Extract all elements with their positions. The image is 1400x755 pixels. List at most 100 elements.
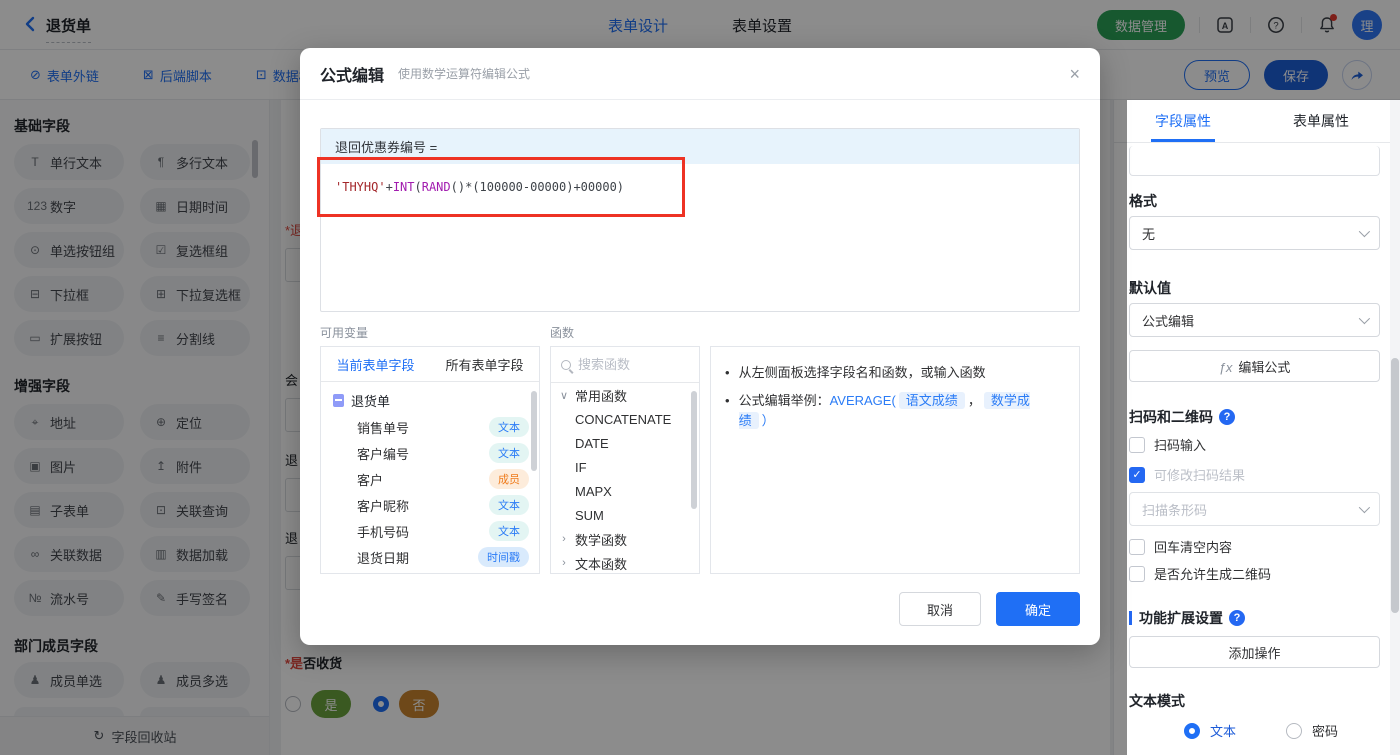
function-tree-row[interactable]: MAPX — [551, 479, 699, 503]
function-tree-row[interactable]: SUM — [551, 503, 699, 527]
bullet: • — [725, 365, 730, 380]
variable-row[interactable]: 销售单号 文本 — [321, 414, 539, 440]
function-tree-row[interactable]: DATE — [551, 431, 699, 455]
add-action-button[interactable]: 添加操作 — [1129, 636, 1380, 668]
formula-token: 'THYHQ' — [335, 180, 386, 194]
radio-text-mode[interactable] — [1184, 722, 1200, 739]
default-value: 公式编辑 — [1142, 313, 1195, 329]
help-icon[interactable]: ? — [1219, 409, 1235, 425]
variable-group-name: 退货单 — [351, 394, 391, 409]
checkbox-icon — [1129, 565, 1145, 582]
cancel-button[interactable]: 取消 — [899, 592, 981, 626]
formula-expression[interactable]: 'THYHQ'+INT(RAND()*(100000-00000)+00000) — [321, 164, 1079, 210]
variables-scrollbar[interactable] — [531, 391, 537, 471]
formula-target: 退回优惠券编号 = — [321, 129, 1079, 164]
form-doc-icon — [333, 394, 344, 407]
variable-type-badge: 文本 — [489, 443, 529, 463]
checkbox-label: 是否允许生成二维码 — [1154, 567, 1272, 582]
variable-row[interactable]: 客户 成员 — [321, 466, 539, 492]
function-tree-row[interactable]: ∨ 常用函数 — [551, 383, 699, 407]
radio-password-mode[interactable] — [1286, 722, 1303, 739]
tab-form-properties[interactable]: 表单属性 — [1252, 100, 1390, 142]
checkbox-modify-scan-result[interactable]: ✓ 可修改扫码结果 — [1129, 465, 1245, 484]
default-value-select[interactable]: 公式编辑 — [1129, 303, 1380, 337]
default-value-label: 默认值 — [1129, 280, 1171, 296]
properties-panel: 字段属性 表单属性 格式 无 默认值 公式编辑 ƒx 编辑公式 扫码和二维码 ? … — [1113, 100, 1390, 755]
variable-row[interactable]: 手机号码 文本 — [321, 518, 539, 544]
variable-group-row[interactable]: 退货单 — [321, 382, 539, 414]
checkbox-checked-icon: ✓ — [1129, 466, 1145, 483]
variables-panel: 当前表单字段 所有表单字段 退货单 销售单号 文本 客户编号 文本 客户 成员 … — [320, 346, 540, 574]
checkbox-icon — [1129, 538, 1145, 555]
tip-example-close: ） — [761, 413, 775, 428]
formula-token: INT — [392, 180, 415, 194]
edit-formula-button[interactable]: ƒx 编辑公式 — [1129, 350, 1380, 382]
radio-password-label: 密码 — [1312, 724, 1339, 739]
tab-field-properties[interactable]: 字段属性 — [1114, 100, 1252, 142]
text-mode-label: 文本模式 — [1129, 693, 1185, 709]
variable-type-badge: 文本 — [489, 417, 529, 437]
variable-name: 客户昵称 — [357, 498, 410, 514]
checkbox-label: 回车清空内容 — [1154, 540, 1233, 555]
scrollbar-thumb[interactable] — [1391, 358, 1399, 613]
close-icon[interactable]: × — [1069, 65, 1080, 83]
formula-token: RAND — [421, 180, 451, 194]
tab-all-form-fields[interactable]: 所有表单字段 — [430, 347, 539, 381]
variable-type-badge: 文本 — [489, 521, 529, 541]
format-label: 格式 — [1129, 193, 1157, 209]
help-icon[interactable]: ? — [1229, 610, 1245, 626]
format-select[interactable]: 无 — [1129, 216, 1380, 250]
tip-row: • 从左侧面板选择字段名和函数，或输入函数 — [725, 363, 1065, 383]
function-name: 常用函数 — [575, 388, 628, 404]
variable-row[interactable]: 客户编号 文本 — [321, 440, 539, 466]
variable-list: 销售单号 文本 客户编号 文本 客户 成员 客户昵称 文本 手机号码 文本 退货… — [321, 414, 539, 570]
checkbox-label: 扫码输入 — [1154, 438, 1207, 453]
checkbox-enter-clear[interactable]: 回车清空内容 — [1129, 537, 1232, 556]
chevron-down-icon — [1358, 225, 1371, 238]
scan-title-text: 扫码和二维码 — [1129, 409, 1213, 425]
functions-scrollbar[interactable] — [691, 391, 697, 509]
variable-row[interactable]: 退货日期 时间戳 — [321, 544, 539, 570]
modal-title: 公式编辑 — [320, 67, 385, 85]
function-tree-row[interactable]: › 文本函数 — [551, 551, 699, 573]
variable-type-badge: 时间戳 — [478, 547, 529, 567]
function-name: CONCATENATE — [575, 411, 672, 427]
tip-text: 从左侧面板选择字段名和函数，或输入函数 — [738, 365, 986, 380]
variables-label: 可用变量 — [320, 326, 369, 340]
variable-row[interactable]: 客户昵称 文本 — [321, 492, 539, 518]
functions-panel: ∨ 常用函数 CONCATENATE DATE IF — [550, 346, 700, 574]
modal-header: 公式编辑 使用数学运算符编辑公式 × — [300, 48, 1100, 100]
function-name: 文本函数 — [575, 556, 628, 572]
bullet: • — [725, 393, 730, 408]
variable-type-badge: 成员 — [489, 469, 529, 489]
chevron-down-icon — [1358, 501, 1371, 514]
formula-token: ( — [414, 180, 422, 194]
checkbox-allow-qrcode[interactable]: 是否允许生成二维码 — [1129, 564, 1271, 583]
checkbox-label: 可修改扫码结果 — [1154, 468, 1246, 483]
variable-name: 客户 — [357, 472, 384, 488]
tip-example-separator: ， — [967, 393, 981, 408]
formula-editor: 退回优惠券编号 = 'THYHQ'+INT(RAND()*(100000-000… — [320, 128, 1080, 312]
function-search — [551, 347, 699, 383]
function-tree-row[interactable]: CONCATENATE — [551, 407, 699, 431]
confirm-button[interactable]: 确定 — [996, 592, 1080, 626]
variable-name: 销售单号 — [357, 420, 410, 436]
function-name: MAPX — [575, 483, 612, 499]
function-name: IF — [575, 459, 587, 475]
tab-current-form-fields[interactable]: 当前表单字段 — [321, 347, 430, 381]
search-icon — [561, 359, 571, 370]
formula-editor-modal: 公式编辑 使用数学运算符编辑公式 × 退回优惠券编号 = 'THYHQ'+INT… — [300, 48, 1100, 645]
function-search-input[interactable] — [578, 357, 678, 372]
variable-name: 手机号码 — [357, 524, 410, 540]
barcode-value: 扫描条形码 — [1142, 502, 1208, 518]
function-tree-row[interactable]: IF — [551, 455, 699, 479]
function-tree-row[interactable]: › 数学函数 — [551, 527, 699, 551]
function-name: DATE — [575, 435, 609, 451]
window-scrollbar[interactable] — [1390, 100, 1400, 755]
tip-example-prefix: 公式编辑举例： — [738, 393, 830, 408]
tip-row: • 公式编辑举例：AVERAGE(语文成绩，数学成绩） — [725, 391, 1065, 431]
barcode-select: 扫描条形码 — [1129, 492, 1380, 526]
variable-name: 退货日期 — [357, 550, 410, 566]
checkbox-scan-input[interactable]: 扫码输入 — [1129, 435, 1206, 454]
clipped-input[interactable] — [1129, 146, 1380, 176]
